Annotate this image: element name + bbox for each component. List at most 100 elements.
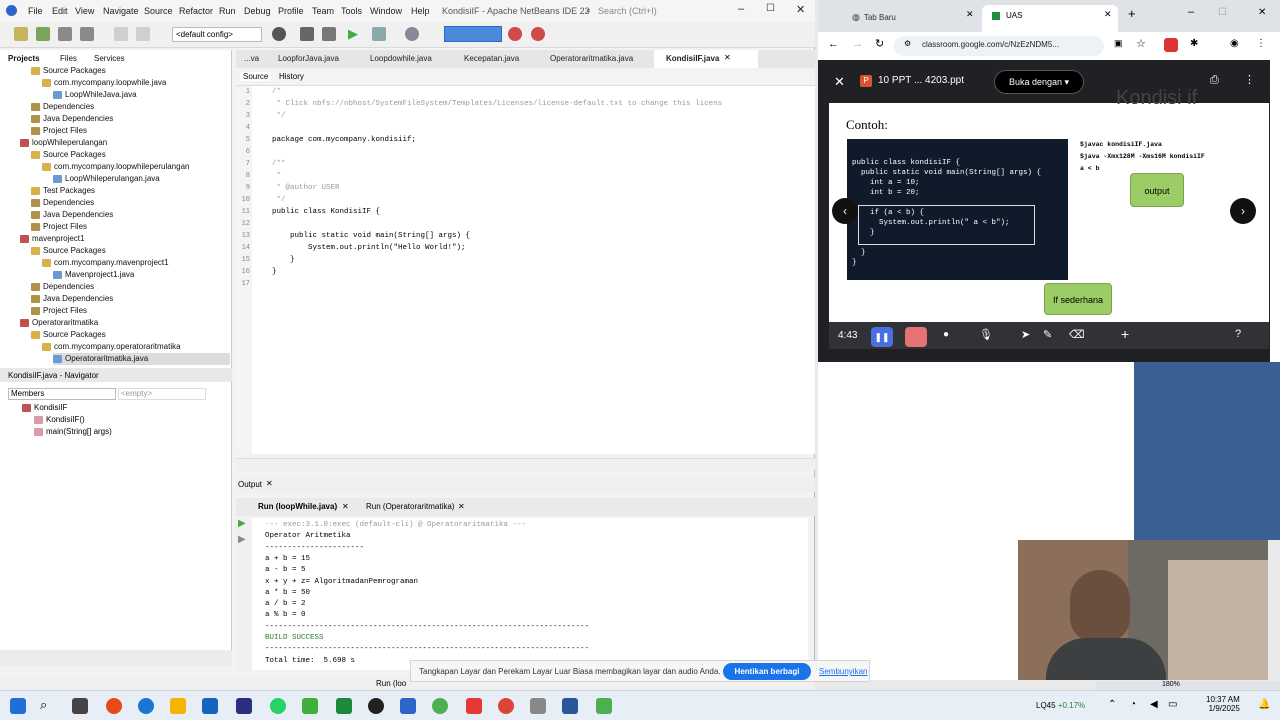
tray-chevron-icon[interactable]: ⌃ [1108, 699, 1116, 710]
tree-item[interactable]: Project Files [31, 221, 87, 233]
tab-history[interactable]: History [279, 72, 304, 81]
tree-item[interactable]: com.mycompany.loopwhileperulangan [42, 161, 189, 173]
tree-item[interactable]: com.mycompany.operatoraritmatika [42, 341, 181, 353]
close-tab-icon[interactable]: ✕ [458, 502, 465, 511]
new-file-icon[interactable] [14, 27, 28, 41]
app-icon[interactable] [530, 698, 546, 714]
puzzle-icon[interactable]: ✱ [1190, 38, 1198, 49]
editor-tab[interactable]: Kecepatan.java [464, 54, 519, 63]
menu-edit[interactable]: Edit [52, 6, 68, 16]
menu-team[interactable]: Team [312, 6, 334, 16]
output-tab[interactable]: Run (Operatoraritmatika) [366, 502, 454, 511]
maximize-icon[interactable]: ☐ [1218, 7, 1227, 18]
minimize-icon[interactable]: – [1188, 6, 1194, 18]
clock[interactable]: 10:37 AM 1/9/2025 [1206, 695, 1240, 713]
more-icon[interactable]: ⋮ [1256, 38, 1266, 49]
output-console[interactable]: --- exec:3.1.0:exec (default-cli) @ Oper… [252, 518, 808, 670]
stop-button[interactable] [905, 327, 927, 347]
horizontal-scrollbar[interactable] [236, 458, 815, 470]
add-icon[interactable]: + [1121, 326, 1129, 342]
new-project-icon[interactable] [36, 27, 50, 41]
app-icon[interactable] [596, 698, 612, 714]
undo-icon[interactable] [114, 27, 128, 41]
close-icon[interactable]: ✕ [1258, 7, 1266, 18]
menu-file[interactable]: File [28, 6, 43, 16]
word-icon[interactable] [562, 698, 578, 714]
editor-tab[interactable]: Operatoraritmatika.java [550, 54, 633, 63]
menu-window[interactable]: Window [370, 6, 402, 16]
back-icon[interactable]: ← [828, 38, 839, 50]
open-with-button[interactable]: Buka dengan ▾ [994, 70, 1084, 94]
tree-item[interactable]: Java Dependencies [31, 293, 113, 305]
chrome-icon[interactable] [498, 698, 514, 714]
tree-item[interactable]: Source Packages [31, 245, 106, 257]
tree-item[interactable]: Source Packages [31, 65, 106, 77]
tab-files[interactable]: Files [60, 54, 77, 63]
profile-icon[interactable] [405, 27, 419, 41]
tree-item[interactable]: Java Dependencies [31, 113, 113, 125]
new-tab-icon[interactable]: + [1128, 6, 1136, 21]
memory-indicator[interactable] [444, 26, 502, 42]
tree-item[interactable]: mavenproject1 [20, 233, 84, 245]
stop-sharing-button[interactable]: Hentikan berbagi [723, 663, 811, 680]
menu-run[interactable]: Run [219, 6, 236, 16]
members-select[interactable]: Members [8, 388, 116, 400]
tree-item[interactable]: Dependencies [31, 281, 94, 293]
close-tab-icon[interactable]: ✕ [724, 53, 731, 62]
next-slide-button[interactable]: › [1230, 198, 1256, 224]
tree-item[interactable]: com.mycompany.mavenproject1 [42, 257, 169, 269]
browser-tab-active[interactable]: UAS [992, 11, 1022, 20]
maximize-icon[interactable]: ☐ [766, 3, 775, 14]
pause-button[interactable]: ❚❚ [871, 327, 893, 347]
app-icon[interactable] [432, 698, 448, 714]
forward-icon[interactable]: → [852, 38, 863, 50]
open-project-icon[interactable] [58, 27, 72, 41]
bookmark-icon[interactable]: ☆ [1136, 37, 1146, 50]
tree-item[interactable]: Source Packages [31, 329, 106, 341]
app-icon[interactable] [368, 698, 384, 714]
cursor-icon[interactable]: ➤ [1021, 328, 1030, 341]
tree-item[interactable]: com.mycompany.loopwhile.java [42, 77, 166, 89]
whatsapp-icon[interactable] [270, 698, 286, 714]
close-viewer-icon[interactable]: ✕ [834, 74, 845, 90]
clean-build-icon[interactable] [322, 27, 336, 41]
menu-profile[interactable]: Profile [278, 6, 304, 16]
task-view-icon[interactable] [72, 698, 88, 714]
app-icon[interactable] [466, 698, 482, 714]
help-icon[interactable]: ? [1235, 328, 1241, 340]
menu-tools[interactable]: Tools [341, 6, 362, 16]
print-icon[interactable]: ⎙ [1210, 74, 1219, 87]
minimize-icon[interactable]: – [738, 3, 744, 15]
tree-item[interactable]: Mavenproject1.java [53, 269, 134, 281]
ide-search-input[interactable]: Search (Ctrl+I) [598, 6, 657, 16]
menu-refactor[interactable]: Refactor [179, 6, 213, 16]
run-icon[interactable]: ▶ [348, 26, 358, 42]
tree-item[interactable]: Dependencies [31, 197, 94, 209]
pen-icon[interactable]: ✎ [1043, 328, 1052, 341]
menu-source[interactable]: Source [144, 6, 173, 16]
close-icon[interactable]: ✕ [796, 3, 805, 16]
tab-services[interactable]: Services [94, 54, 125, 63]
gc-icon[interactable] [508, 27, 522, 41]
battery-icon[interactable]: ▭ [1168, 699, 1177, 710]
tree-item[interactable]: Java Dependencies [31, 209, 113, 221]
hammer-icon[interactable] [300, 27, 314, 41]
save-all-icon[interactable] [80, 27, 94, 41]
tree-item[interactable]: LoopWhileperulangan.java [53, 173, 160, 185]
tree-item[interactable]: loopWhileperulangan [20, 137, 107, 149]
tree-item[interactable]: Dependencies [31, 101, 94, 113]
editor-tab-active[interactable]: KondisiIF.java [666, 54, 719, 63]
app-icon[interactable] [336, 698, 352, 714]
debug-icon[interactable] [372, 27, 386, 41]
webcam-icon[interactable]: ● [943, 329, 949, 340]
url-text[interactable]: classroom.google.com/c/NzEzNDM5... [922, 40, 1059, 49]
build-icon[interactable] [272, 27, 286, 41]
tree-item[interactable]: Operatoraritmatika [20, 317, 98, 329]
file-explorer-icon[interactable] [170, 698, 186, 714]
editor-tab[interactable]: Loopdowhile.java [370, 54, 432, 63]
site-info-icon[interactable]: ⚙ [904, 39, 911, 48]
mic-icon[interactable]: 🎙 [979, 328, 993, 341]
extension-icon[interactable]: ▣ [1114, 38, 1123, 49]
redo-icon[interactable] [136, 27, 150, 41]
output-tab-active[interactable]: Run (loopWhile.java) [258, 502, 337, 511]
